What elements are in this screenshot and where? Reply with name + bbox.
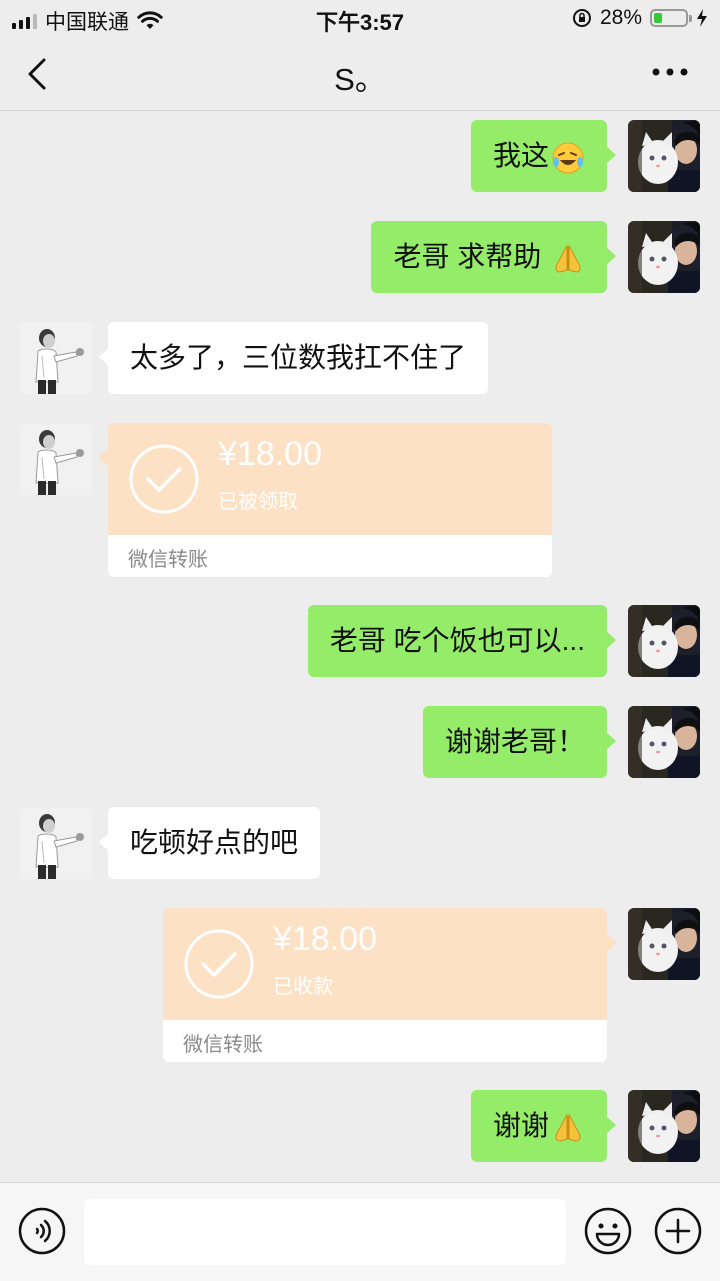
voice-icon[interactable] [18,1207,66,1255]
outgoing-bubble[interactable]: 谢谢 [470,1090,617,1162]
outgoing-bubble[interactable]: 老哥 求帮助 [371,221,616,293]
input-bar [0,1182,720,1281]
transfer-card[interactable]: ¥18.00 已收款 微信转账 [163,908,607,1062]
pray-emoji [555,1113,581,1142]
battery-icon [650,9,692,27]
rotation-lock-icon [572,9,591,27]
transfer-card-bottom: 微信转账 [108,535,552,577]
chat-messages[interactable]: 我这 老哥 求帮助 太多了，三位数我扛不住了 ¥18.00 已被领取 微信转账 … [0,111,720,1181]
my-avatar[interactable] [628,120,700,192]
contact-avatar[interactable] [20,423,92,495]
my-avatar[interactable] [628,1090,700,1162]
my-avatar[interactable] [628,221,700,293]
pray-emoji [555,244,581,273]
transfer-amount: ¥18.00 [218,435,322,473]
my-avatar[interactable] [628,706,700,778]
message-text: 吃顿好点的吧 [130,827,299,858]
contact-avatar[interactable] [20,807,92,879]
incoming-bubble[interactable]: 吃顿好点的吧 [98,807,321,879]
status-bar: 中国联通 下午3:57 28% [0,0,720,36]
outgoing-bubble[interactable]: 我这 [470,120,617,192]
message-text: 谢谢 [492,1110,549,1141]
bubble-tail [98,449,108,467]
incoming-bubble[interactable]: 太多了，三位数我扛不住了 [98,322,489,394]
battery-percent: 28% [599,6,642,29]
message-text: 太多了，三位数我扛不住了 [130,342,467,373]
message-input[interactable] [84,1199,566,1265]
transfer-brand: 微信转账 [128,549,208,571]
message-text: 老哥 吃个饭也可以... [329,625,585,656]
transfer-card-top: ¥18.00 已收款 [163,908,607,1020]
transfer-brand: 微信转账 [183,1034,263,1056]
charging-icon [697,9,707,27]
my-avatar[interactable] [628,908,700,980]
laughing-crying-emoji [552,142,584,174]
bubble-tail [607,934,617,952]
transfer-card[interactable]: ¥18.00 已被领取 微信转账 [108,423,552,577]
message-text: 老哥 求帮助 [393,241,542,272]
chat-title: S。 [334,62,386,97]
transfer-status: 已被领取 [218,491,298,513]
my-avatar[interactable] [628,605,700,677]
transfer-amount: ¥18.00 [273,920,377,958]
transfer-status: 已收款 [273,976,333,998]
outgoing-bubble[interactable]: 谢谢老哥！ [422,706,617,778]
message-text: 我这 [492,140,549,171]
outgoing-bubble[interactable]: 老哥 吃个饭也可以... [307,605,617,677]
contact-avatar[interactable] [20,322,92,394]
status-right: 28% [572,6,708,30]
check-circle-icon [184,929,254,999]
battery-fill [654,13,662,23]
transfer-card-bottom: 微信转账 [163,1020,607,1062]
emoji-icon[interactable] [584,1207,632,1255]
more-icon[interactable] [650,66,690,78]
message-text: 谢谢老哥！ [444,726,585,757]
plus-icon[interactable] [654,1207,702,1255]
transfer-card-top: ¥18.00 已被领取 [108,423,552,535]
check-circle-icon [129,444,199,514]
nav-bar: S。 [0,36,720,111]
